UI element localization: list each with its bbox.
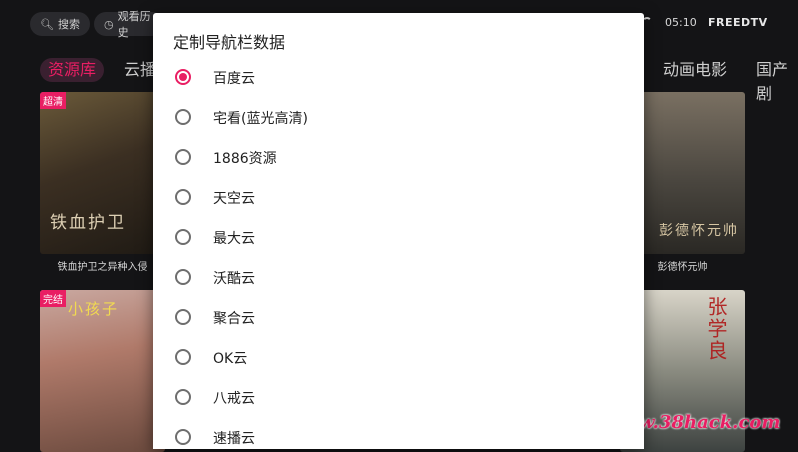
option-label: 百度云 [213,71,255,87]
radio-button[interactable] [175,229,191,245]
dialog-title: 定制导航栏数据 [173,33,286,52]
option-tiankong[interactable]: 天空云 [153,177,644,217]
option-zhaikan[interactable]: 宅看(蓝光高清) [153,97,644,137]
history-label: 观看历史 [117,10,151,39]
brand-logo: FREEDTV [708,16,768,29]
customize-nav-dialog: 定制导航栏数据 百度云 宅看(蓝光高清) 1886资源 天空云 最大云 沃酷云 … [153,13,644,449]
search-button[interactable]: 🔍︎ 搜索 [30,12,90,36]
clock-time: 05:10 [665,16,697,29]
poster-art-text: 铁血护卫 [50,213,126,233]
option-label: OK云 [213,351,248,367]
poster-title: 铁血护卫之异种入侵 [57,262,148,273]
radio-button[interactable] [175,109,191,125]
poster-art-text: 彭德怀元帅 [659,223,739,239]
option-label: 1886资源 [213,151,277,167]
option-1886[interactable]: 1886资源 [153,137,644,177]
radio-button[interactable] [175,349,191,365]
option-baidu-cloud[interactable]: 百度云 [153,57,644,97]
radio-button[interactable] [175,149,191,165]
option-juhe[interactable]: 聚合云 [153,297,644,337]
radio-button[interactable] [175,429,191,445]
option-woku[interactable]: 沃酷云 [153,257,644,297]
option-zuida[interactable]: 最大云 [153,217,644,257]
search-icon: 🔍︎ [40,17,54,31]
option-label: 天空云 [213,191,255,207]
radio-button[interactable] [175,309,191,325]
option-label: 沃酷云 [213,271,255,287]
clock-icon: ◷ [104,17,114,31]
option-label: 八戒云 [213,391,255,407]
option-label: 聚合云 [213,311,255,327]
option-bajie[interactable]: 八戒云 [153,377,644,417]
search-label: 搜索 [57,18,80,31]
option-subo[interactable]: 速播云 [153,417,644,449]
tab-resource-library[interactable]: 资源库 [40,58,105,82]
radio-button[interactable] [175,69,191,85]
status-badge: 完结 [40,290,66,307]
option-label: 宅看(蓝光高清) [213,111,308,127]
poster-card[interactable]: 铁血护卫 超清 [40,92,165,254]
quality-badge: 超清 [40,92,66,109]
radio-button[interactable] [175,189,191,205]
option-ok[interactable]: OK云 [153,337,644,377]
tab-animated-movies[interactable]: 动画电影 [663,58,727,82]
radio-button[interactable] [175,269,191,285]
option-label: 最大云 [213,231,255,247]
poster-art-text: 小孩子 [68,300,120,318]
poster-art-text: 张学良 [704,296,728,362]
tab-domestic-series[interactable]: 国产剧 [756,58,798,103]
tab-cloud-play[interactable]: 云播 [124,58,156,82]
poster-card[interactable]: 小孩子 完结 [40,290,165,452]
radio-button[interactable] [175,389,191,405]
option-label: 速播云 [213,431,255,447]
